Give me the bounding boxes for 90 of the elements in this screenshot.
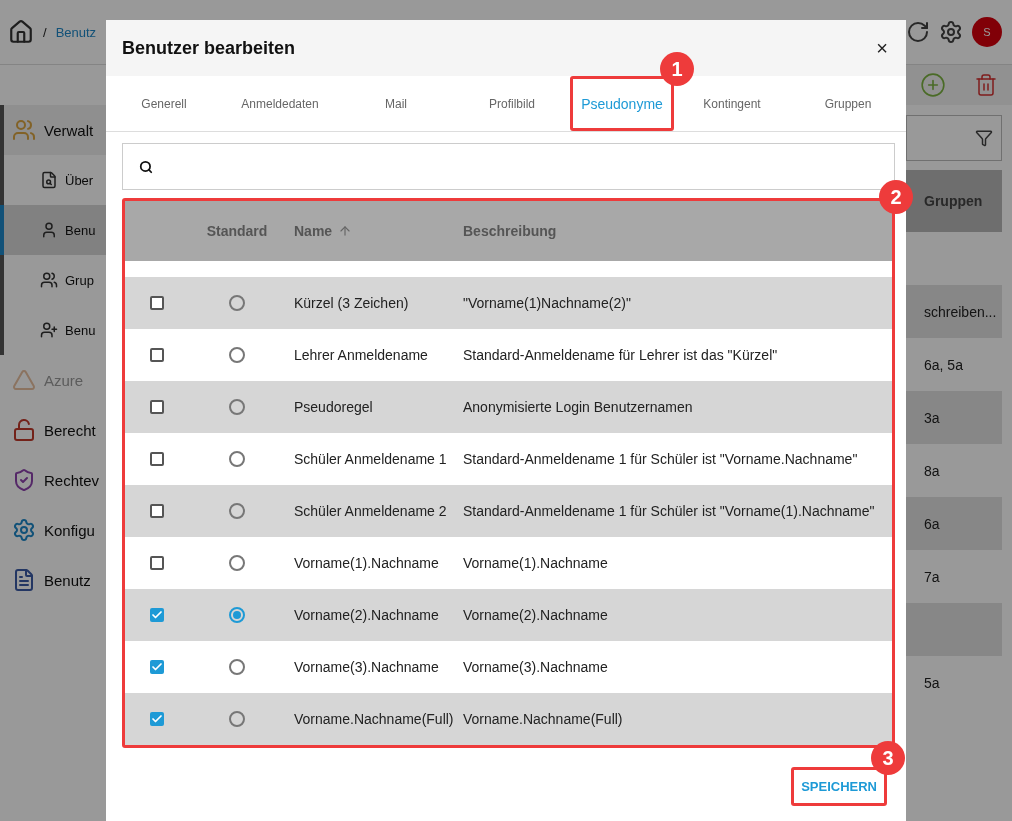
- breadcrumb-separator: /: [43, 24, 47, 40]
- sidebar-item-label: Berecht: [44, 421, 96, 439]
- sidebar-item-icon: [40, 171, 58, 189]
- sidebar-item-icon: [40, 221, 58, 239]
- column-header[interactable]: Name: [286, 223, 455, 239]
- table-cell-text: Vorname(1).Nachname: [293, 555, 440, 571]
- table-cell: 7a: [924, 568, 940, 585]
- table-cell-text: Vorname(2).Nachname: [462, 607, 609, 623]
- save-button[interactable]: SPEICHERN: [791, 767, 887, 806]
- sidebar-item-label: Azure: [44, 371, 84, 389]
- column-header[interactable]: Standard: [188, 223, 286, 239]
- sidebar-item-label: Benutz: [44, 571, 91, 589]
- table-cell-text: Schüler Anmeldename 2: [293, 503, 448, 519]
- radio-button[interactable]: [229, 451, 245, 467]
- table-cell-text: Standard-Anmeldename für Lehrer ist das "Kürzel": [462, 347, 779, 363]
- table-cell-text: Vorname(3).Nachname: [462, 659, 609, 675]
- filter-icon: [975, 129, 993, 147]
- table-cell: 8a: [924, 462, 940, 479]
- sidebar-item-icon: [40, 271, 58, 289]
- sidebar-item-label: Rechtev: [44, 471, 100, 489]
- sidebar-item-label: Verwalt: [44, 121, 94, 139]
- delete-icon[interactable]: [974, 73, 998, 97]
- table-cell-text: Vorname.Nachname(Full): [462, 711, 624, 727]
- checkbox[interactable]: [149, 608, 164, 622]
- settings-icon[interactable]: [939, 20, 963, 44]
- radio-button[interactable]: [229, 347, 245, 363]
- sidebar-item-icon: [12, 118, 36, 142]
- table-cell: 3a: [924, 409, 940, 426]
- tab[interactable]: Generell: [106, 76, 222, 131]
- checkbox[interactable]: [149, 556, 164, 570]
- sidebar-item[interactable]: Berecht: [0, 405, 260, 455]
- column-header[interactable]: Beschreibung: [455, 223, 892, 239]
- radio-button[interactable]: [229, 711, 245, 727]
- sidebar-item-icon: [12, 418, 36, 442]
- tab[interactable]: Pseudonyme: [570, 76, 674, 131]
- user-avatar[interactable]: S: [972, 17, 1002, 47]
- table-cell: 5a: [924, 674, 940, 691]
- sidebar-item-icon: [40, 321, 58, 339]
- tab[interactable]: Anmeldedaten: [222, 76, 338, 131]
- sidebar-item-label: Über: [65, 172, 94, 188]
- table-cell-text: Vorname(1).Nachname: [462, 555, 609, 571]
- table-cell: 6a: [924, 515, 940, 532]
- search-field[interactable]: [122, 143, 895, 190]
- table-cell-text: Vorname(2).Nachname: [293, 607, 440, 623]
- home-icon[interactable]: [8, 19, 34, 45]
- sidebar-item-label: Benu: [65, 322, 96, 338]
- table-cell-text: Standard-Anmeldename 1 für Schüler ist "Vorname.Nachname": [462, 451, 859, 467]
- checkbox[interactable]: [149, 660, 164, 674]
- checkbox[interactable]: [149, 296, 164, 310]
- sidebar-item-label: Konfigu: [44, 521, 95, 539]
- sidebar-item-label: Grup: [65, 272, 94, 288]
- table-cell-text: Anonymisierte Login Benutzernamen: [462, 399, 694, 415]
- tab[interactable]: Mail: [338, 76, 454, 131]
- sidebar-item-label: Benu: [65, 222, 96, 238]
- checkbox[interactable]: [149, 348, 164, 362]
- sidebar-item-icon: [12, 468, 36, 492]
- table-cell-text: Vorname.Nachname(Full): [293, 711, 455, 727]
- sidebar-item-icon: [12, 368, 36, 392]
- sidebar-item[interactable]: Rechtev: [0, 455, 260, 505]
- checkbox[interactable]: [149, 504, 164, 518]
- sidebar-item-icon: [12, 518, 36, 542]
- search-icon: [139, 159, 153, 174]
- table-cell: schreiben...: [924, 303, 997, 320]
- sidebar-item[interactable]: Benutz: [0, 555, 260, 605]
- radio-button[interactable]: [229, 659, 245, 675]
- filter-field[interactable]: [906, 115, 1002, 161]
- close-button[interactable]: ×: [874, 36, 890, 60]
- tab[interactable]: Profilbild: [454, 76, 570, 131]
- radio-button[interactable]: [229, 295, 245, 311]
- table-cell-text: Standard-Anmeldename 1 für Schüler ist "Vorname(1).Nachname": [462, 503, 876, 519]
- checkbox[interactable]: [149, 400, 164, 414]
- checkbox[interactable]: [149, 712, 164, 726]
- radio-button[interactable]: [229, 399, 245, 415]
- dialog-title: Benutzer bearbeiten: [122, 37, 296, 59]
- sidebar-item[interactable]: Konfigu: [0, 505, 260, 555]
- table-cell-text: Kürzel (3 Zeichen): [293, 295, 410, 311]
- table-cell: 6a, 5a: [924, 356, 963, 373]
- table-cell-text: "Vorname(1)Nachname(2)": [462, 295, 632, 311]
- radio-button[interactable]: [229, 555, 245, 571]
- table-cell-text: Pseudoregel: [293, 399, 374, 415]
- refresh-icon[interactable]: [906, 20, 930, 44]
- checkbox[interactable]: [149, 452, 164, 466]
- tab[interactable]: Gruppen: [790, 76, 906, 131]
- radio-button[interactable]: [229, 503, 245, 519]
- sidebar-item-icon: [12, 568, 36, 592]
- table-cell-text: Vorname(3).Nachname: [293, 659, 440, 675]
- step-badge: 3: [871, 741, 905, 775]
- radio-button[interactable]: [229, 607, 245, 623]
- table-cell-text: Schüler Anmeldename 1: [293, 451, 448, 467]
- table-cell-text: Lehrer Anmeldename: [293, 347, 429, 363]
